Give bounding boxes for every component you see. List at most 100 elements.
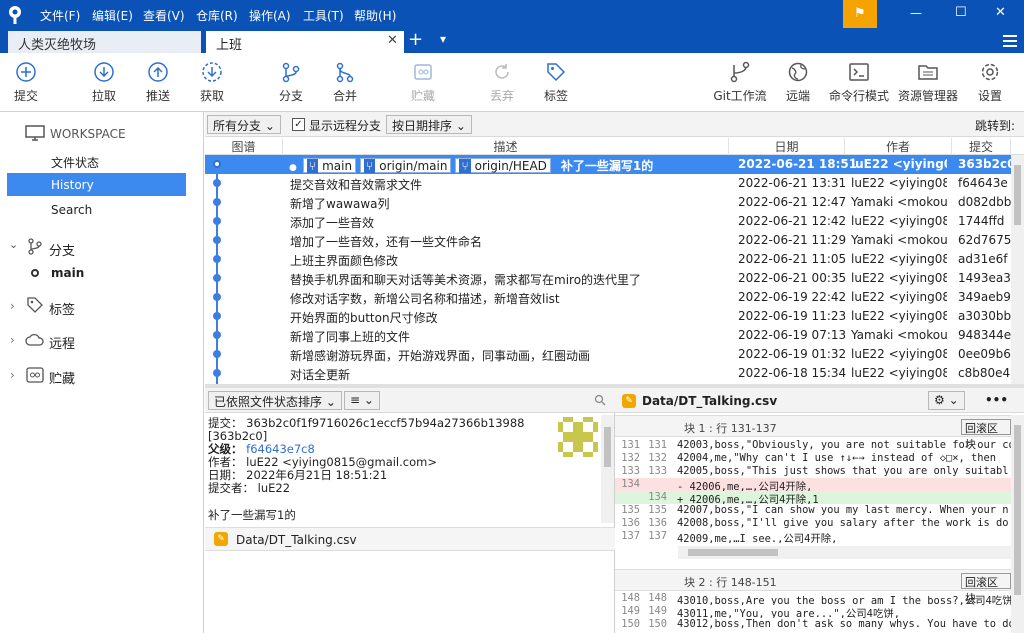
jump-to-label[interactable]: 跳转到: bbox=[975, 117, 1015, 134]
minimize-button[interactable]: — bbox=[893, 0, 939, 29]
scrollbar-thumb[interactable] bbox=[688, 549, 778, 556]
settings-button[interactable]: 设置 bbox=[958, 61, 1022, 104]
commit-row[interactable]: 开始界面的button尺寸修改 2022-06-19 11:23 luE22 <yi… bbox=[205, 307, 1011, 326]
revert-hunk-2-button[interactable]: 回滚区块 bbox=[961, 573, 1011, 605]
file-sort-combo[interactable]: 已依照文件状态排序 ⌄ bbox=[208, 391, 342, 410]
menu-view[interactable]: 查看(V) bbox=[143, 7, 185, 24]
chevron-down-icon[interactable]: ⌄ bbox=[9, 238, 18, 251]
tab-repo-1[interactable]: 人类灭绝牧场 bbox=[8, 31, 201, 53]
menu-file[interactable]: 文件(F) bbox=[40, 7, 80, 24]
diff-vertical-scrollbar[interactable] bbox=[1011, 415, 1024, 633]
sidebar-tags-header[interactable]: 标签 bbox=[49, 299, 75, 318]
close-window-button[interactable]: ✕ bbox=[978, 0, 1024, 29]
commit-message-text: 修改对话字数，新增公司名称和描述，新增音效list bbox=[290, 292, 560, 306]
sidebar-remotes-header[interactable]: 远程 bbox=[49, 333, 75, 352]
commit-row[interactable]: 提交音效和音效需求文件 2022-06-21 13:31 luE22 <yiying… bbox=[205, 174, 1011, 193]
changed-file-row[interactable]: ✎ Data/DT_Talking.csv bbox=[205, 527, 615, 551]
scrollbar-thumb[interactable] bbox=[604, 427, 611, 467]
view-mode-combo[interactable]: ≡ ⌄ bbox=[344, 391, 380, 410]
sidebar-item-history[interactable]: History bbox=[7, 173, 186, 196]
detail-scrollbar[interactable] bbox=[601, 415, 614, 523]
old-line-number: 134 bbox=[621, 478, 640, 490]
hamburger-menu-icon[interactable] bbox=[1003, 35, 1017, 47]
folder-icon bbox=[918, 65, 938, 80]
menu-actions[interactable]: 操作(A) bbox=[249, 7, 291, 24]
sidebar-stashes-header[interactable]: 贮藏 bbox=[49, 368, 75, 387]
fetch-button[interactable]: 获取 bbox=[180, 61, 244, 104]
commit-hash: 1744ffd bbox=[958, 214, 1005, 228]
diff-line: 137 137 42009,me,…I see.,公司4开除, bbox=[615, 530, 1011, 543]
terminal-button[interactable]: 命令行模式 bbox=[827, 61, 891, 104]
merge-button[interactable]: 合并 bbox=[313, 61, 377, 104]
hunk-1-lines: 131 131 42003,boss,"Obviously, you are no… bbox=[615, 439, 1011, 543]
graph-node bbox=[213, 236, 221, 244]
commit-hash: 363b2c0 bbox=[958, 157, 1011, 171]
search-icon[interactable] bbox=[594, 394, 606, 406]
remote-button[interactable]: 远端 bbox=[766, 61, 830, 104]
tab-repo-2[interactable]: 上班 bbox=[206, 31, 404, 53]
commit-row[interactable]: 新增感谢游玩界面，开始游戏界面，同事动画，红圈动画 2022-06-19 01:3… bbox=[205, 345, 1011, 364]
close-tab-button[interactable]: ✕ bbox=[387, 33, 398, 48]
tag-button[interactable]: 标签 bbox=[524, 61, 588, 104]
old-line-number: 132 bbox=[621, 452, 640, 464]
old-line-number: 148 bbox=[621, 592, 640, 604]
commit-hash: f64643e bbox=[958, 176, 1008, 190]
sidebar-item-file-status[interactable]: 文件状态 bbox=[51, 154, 99, 171]
commit-row[interactable]: 修改对话字数，新增公司名称和描述，新增音效list 2022-06-19 22:4… bbox=[205, 288, 1011, 307]
menu-repository[interactable]: 仓库(R) bbox=[196, 7, 238, 24]
chevron-right-icon[interactable]: › bbox=[10, 368, 15, 382]
commit-row[interactable]: 新增了同事上班的文件 2022-06-19 07:13 Yamaki <mokou2… bbox=[205, 326, 1011, 345]
sidebar-item-main-branch[interactable]: main bbox=[51, 266, 84, 280]
stash-button[interactable]: 贮藏 bbox=[391, 61, 455, 104]
column-graph[interactable]: 图谱 bbox=[205, 138, 283, 155]
commit-row[interactable]: 替换手机界面和聊天对话等美术资源，需求都写在miro的迭代里了 2022-06-2… bbox=[205, 269, 1011, 288]
column-commit[interactable]: 提交 bbox=[952, 138, 1011, 155]
revert-hunk-1-button[interactable]: 回滚区块 bbox=[961, 419, 1011, 451]
repo-tab-bar: 人类灭绝牧场 上班 + ▾ bbox=[0, 29, 1024, 53]
commit-author: luE22 <yiying08 bbox=[851, 157, 947, 171]
arrow-down-circle-icon bbox=[94, 62, 114, 82]
show-remote-checkbox[interactable]: ✓ bbox=[292, 118, 305, 131]
add-tab-button[interactable]: + bbox=[408, 29, 423, 50]
diff-line: 135 135 42007,boss,"I can show you my las… bbox=[615, 504, 1011, 517]
chevron-right-icon[interactable]: › bbox=[10, 333, 15, 347]
diff-settings-button[interactable]: ⚙ ⌄ bbox=[928, 391, 965, 410]
scrollbar-thumb[interactable] bbox=[1014, 165, 1021, 225]
commit-row[interactable]: 增加了一些音效，还有一些文件命名 2022-06-21 11:29 Yamaki <… bbox=[205, 231, 1011, 250]
commit-row[interactable]: 添加了一些音效 2022-06-21 12:42 luE22 <yiying081 1… bbox=[205, 212, 1011, 231]
sidebar-branches-header[interactable]: 分支 bbox=[49, 240, 75, 259]
tab-list-dropdown[interactable]: ▾ bbox=[440, 32, 446, 46]
ref-label-origin-main[interactable]: ⑂ origin/main bbox=[360, 158, 452, 173]
menu-edit[interactable]: 编辑(E) bbox=[92, 7, 133, 24]
diff-horizontal-scrollbar[interactable] bbox=[678, 546, 1011, 559]
minimize-icon: — bbox=[910, 6, 922, 20]
explorer-button[interactable]: 资源管理器 bbox=[896, 61, 960, 104]
menu-tools[interactable]: 工具(T) bbox=[303, 7, 344, 24]
branch-filter-combo[interactable]: 所有分支 ⌄ bbox=[207, 115, 281, 134]
commit-message: 开始界面的button尺寸修改 bbox=[290, 309, 438, 326]
sort-combo[interactable]: 按日期排序 ⌄ bbox=[386, 115, 472, 134]
column-description[interactable]: 描述 bbox=[283, 138, 729, 155]
ref-label-main[interactable]: ⑂ main bbox=[302, 158, 357, 173]
diff-line-text: 42007,boss,"I can show you my last mercy… bbox=[677, 504, 1009, 516]
commit-row[interactable]: 对话全更新 2022-06-18 15:34 luE22 <yiying081 c8b… bbox=[205, 364, 1011, 383]
git-flow-button[interactable]: Git工作流 bbox=[708, 61, 772, 104]
menu-help[interactable]: 帮助(H) bbox=[354, 7, 396, 24]
commit-row[interactable]: 新增了wawawa列 2022-06-21 12:47 Yamaki <mokou2… bbox=[205, 193, 1011, 212]
column-date[interactable]: 日期 bbox=[729, 138, 845, 155]
ref-label-origin-head[interactable]: ⑂ origin/HEAD bbox=[455, 158, 551, 173]
ref-name: origin/main bbox=[379, 159, 448, 173]
chevron-right-icon[interactable]: › bbox=[10, 299, 15, 313]
column-author[interactable]: 作者 bbox=[845, 138, 952, 155]
commit-row[interactable]: ● ⑂ main ⑂ origin/main ⑂ origin/HEAD 补了一些漏写1的 20… bbox=[205, 155, 1011, 174]
commit-button[interactable]: 提交 bbox=[0, 61, 58, 104]
diff-line: 132 132 42004,me,"Why can't I use ↑↓←→ in… bbox=[615, 452, 1011, 465]
commit-list-scrollbar[interactable] bbox=[1011, 155, 1024, 384]
more-options-button[interactable]: ••• bbox=[985, 393, 1008, 407]
hunk-2-header: 块 2 : 行 148-151 回滚区块 bbox=[615, 569, 1011, 605]
flag-button[interactable]: ⚑ bbox=[843, 0, 877, 28]
parent-link[interactable]: f64643e7c8 bbox=[246, 442, 315, 456]
commit-row[interactable]: 上班主界面颜色修改 2022-06-21 11:05 luE22 <yiying08… bbox=[205, 250, 1011, 269]
scrollbar-thumb[interactable] bbox=[1014, 425, 1021, 595]
sidebar-item-search[interactable]: Search bbox=[51, 203, 92, 217]
